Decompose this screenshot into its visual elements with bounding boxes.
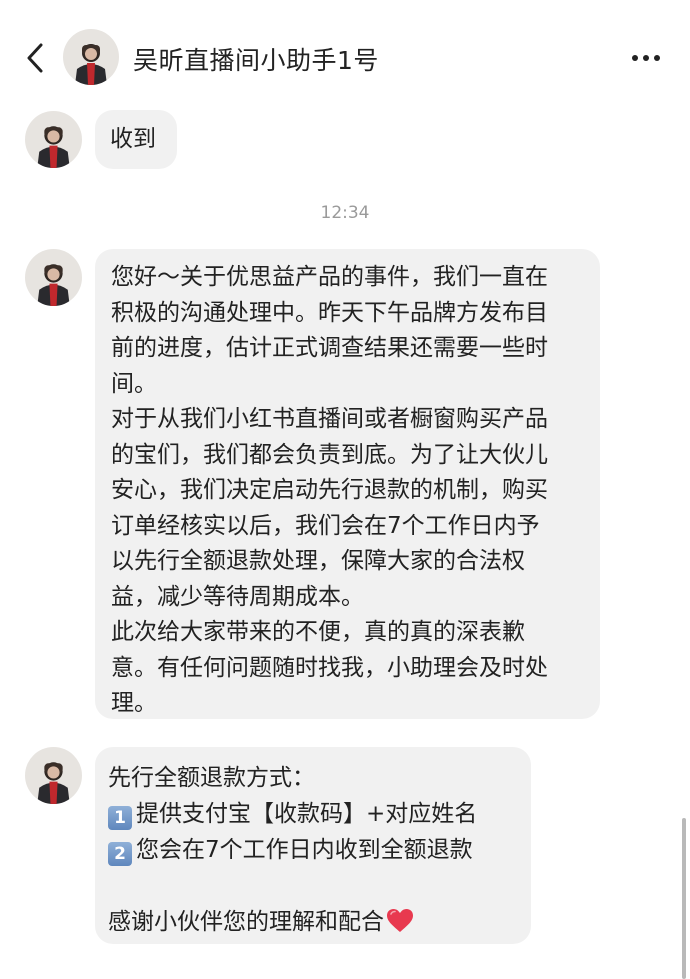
message-text: 收到 <box>110 126 156 152</box>
back-button[interactable] <box>18 38 52 78</box>
avatar-image <box>63 29 119 85</box>
message-line: 的宝们，我们都会负责到底。为了让大伙儿 <box>111 441 548 468</box>
message-line: 理。 <box>111 690 157 716</box>
message-bubble[interactable]: 收到 <box>95 110 177 169</box>
message-bubble[interactable]: 先行全额退款方式： 1 提供支付宝【收款码】+对应姓名 2 您会在7个工作日内收到全… <box>95 747 531 944</box>
avatar-image <box>25 747 82 804</box>
keycap-2-icon: 2 <box>108 842 132 866</box>
avatar[interactable] <box>25 111 82 168</box>
more-horizontal-icon <box>632 55 660 61</box>
closing-text: 感谢小伙伴您的理解和配合 <box>108 909 384 935</box>
avatar-image <box>25 111 82 168</box>
step-text: 您会在7个工作日内收到全额退款 <box>136 837 473 863</box>
scrollbar[interactable] <box>682 818 686 979</box>
message-bubble[interactable]: 您好～关于优思益产品的事件，我们一直在 积极的沟通处理中。昨天下午品牌方发布目 … <box>95 249 600 719</box>
message-line: 1 提供支付宝【收款码】+对应姓名 <box>108 796 521 832</box>
message-line: 益，减少等待周期成本。 <box>111 583 364 610</box>
message-line: 积极的沟通处理中。昨天下午品牌方发布目 <box>111 299 548 326</box>
red-heart-icon <box>387 909 413 932</box>
message-line: 订单经核实以后，我们会在7个工作日内予 <box>111 512 540 539</box>
timestamp: 12:34 <box>320 203 370 223</box>
message-line: 2 您会在7个工作日内收到全额退款 <box>108 832 521 868</box>
message-line: 间。 <box>111 370 157 397</box>
chat-header: 吴昕直播间小助手1号 <box>0 0 690 115</box>
message-line: 前的进度，估计正式调查结果还需要一些时 <box>111 335 548 361</box>
message-line: 安心，我们决定启动先行退款的机制，购买 <box>111 477 548 503</box>
message-line: 此次给大家带来的不便，真的真的深表歉 <box>111 619 525 645</box>
more-button[interactable] <box>628 44 664 72</box>
avatar[interactable] <box>63 29 119 85</box>
message-line: 您好～关于优思益产品的事件，我们一直在 <box>111 264 548 290</box>
avatar-image <box>25 249 82 306</box>
chevron-left-icon <box>27 43 43 73</box>
message-line: 感谢小伙伴您的理解和配合 <box>108 904 521 940</box>
keycap-1-icon: 1 <box>108 806 132 830</box>
step-text: 提供支付宝【收款码】+对应姓名 <box>136 801 478 827</box>
avatar[interactable] <box>25 249 82 306</box>
message-line: 先行全额退款方式： <box>108 765 315 791</box>
chat-title: 吴昕直播间小助手1号 <box>133 46 379 75</box>
avatar[interactable] <box>25 747 82 804</box>
message-line: 以先行全额退款处理，保障大家的合法权 <box>111 548 525 574</box>
message-line: 意。有任何问题随时找我，小助理会及时处 <box>111 654 548 681</box>
message-line: 对于从我们小红书直播间或者橱窗购买产品 <box>111 406 548 432</box>
